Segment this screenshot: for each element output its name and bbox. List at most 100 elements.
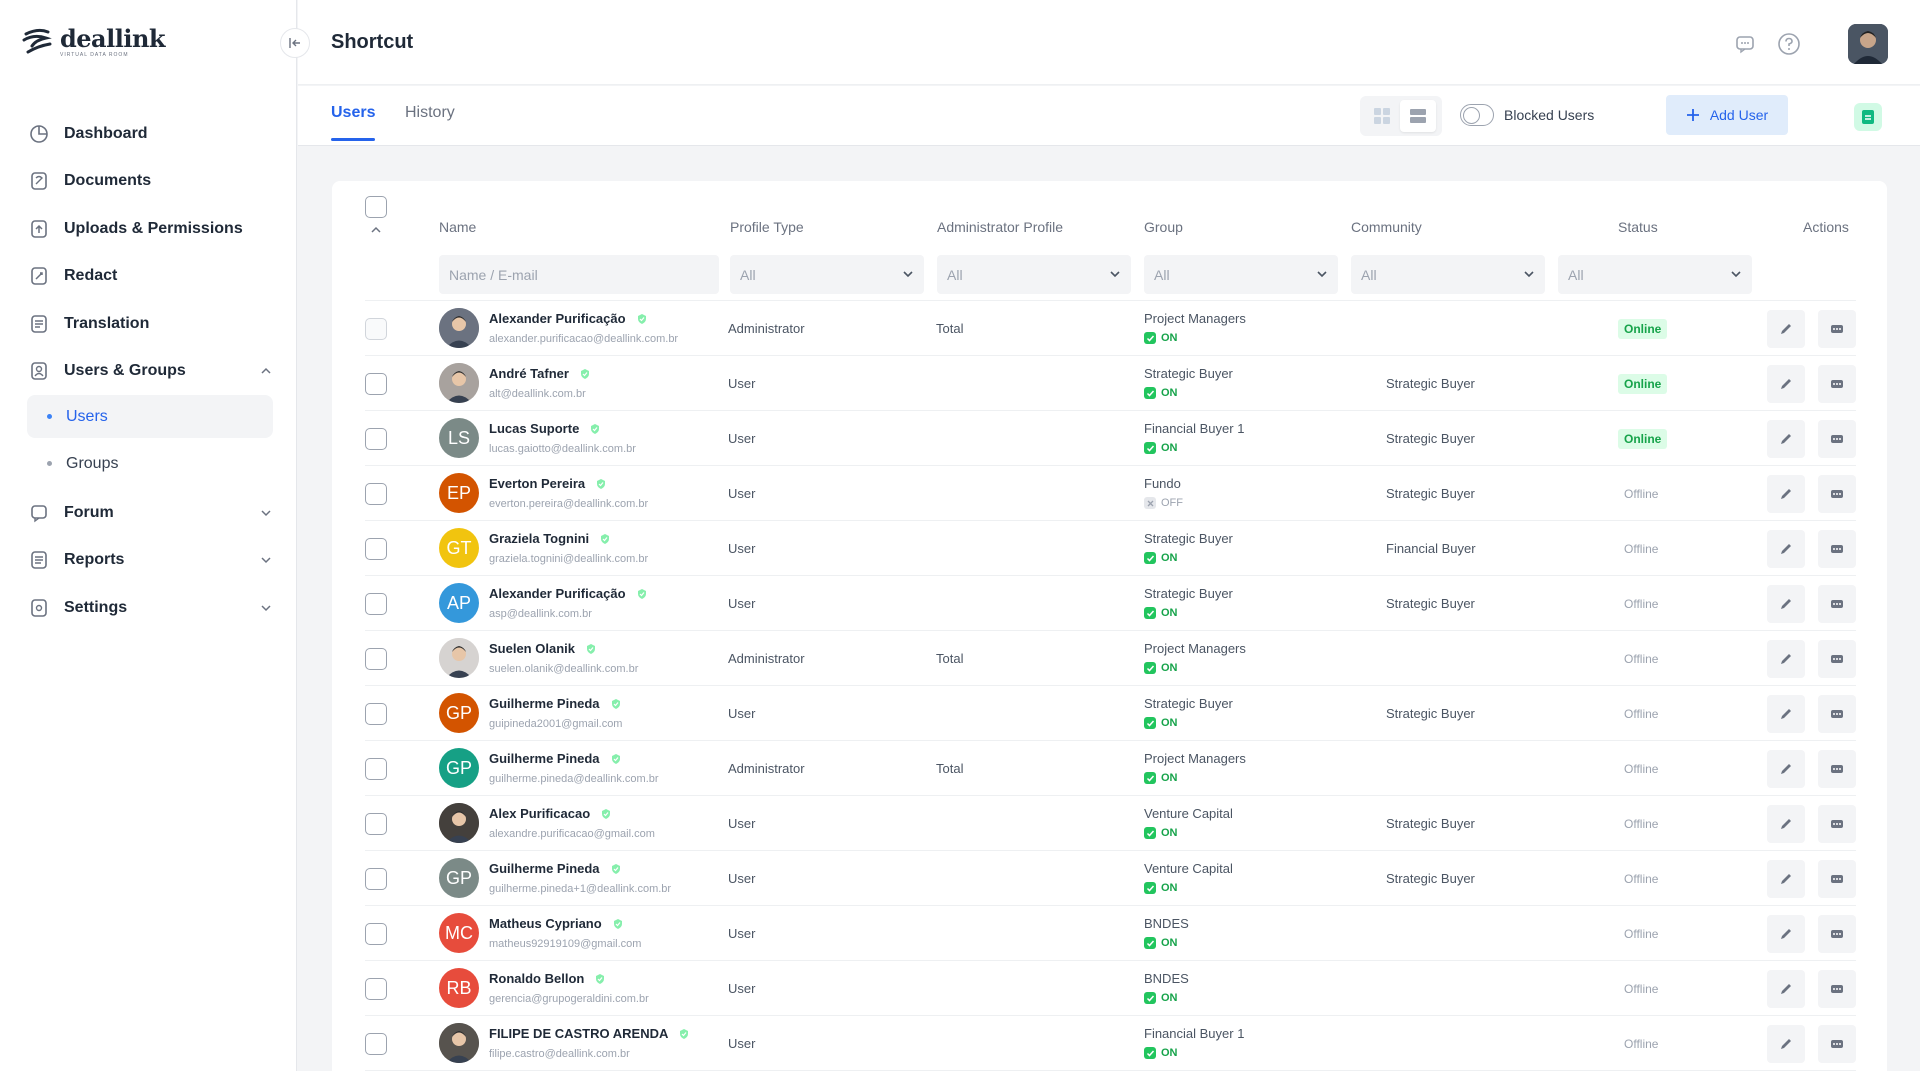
- table-row[interactable]: GP Guilherme Pineda guipineda2001@gmail.…: [365, 686, 1856, 741]
- edit-button[interactable]: [1767, 310, 1805, 348]
- table-row[interactable]: GP Guilherme Pineda guilherme.pineda+1@d…: [365, 851, 1856, 906]
- table-row[interactable]: MC Matheus Cypriano matheus92919109@gmai…: [365, 906, 1856, 961]
- export-button[interactable]: [1854, 103, 1882, 131]
- table-row[interactable]: Alexander Purificação alexander.purifica…: [365, 301, 1856, 356]
- table-row[interactable]: LS Lucas Suporte lucas.gaiotto@deallink.…: [365, 411, 1856, 466]
- more-options-button[interactable]: [1818, 475, 1856, 513]
- column-header-status[interactable]: Status: [1618, 219, 1658, 235]
- admin-profile-filter[interactable]: All: [937, 255, 1131, 294]
- chat-icon[interactable]: [1732, 31, 1758, 57]
- avatar-photo: [439, 1023, 479, 1063]
- list-view-button[interactable]: [1400, 100, 1436, 132]
- row-checkbox[interactable]: [365, 318, 387, 340]
- row-checkbox[interactable]: [365, 978, 387, 1000]
- sidebar-item-settings[interactable]: Settings: [28, 584, 273, 632]
- table-row[interactable]: FILIPE DE CASTRO ARENDA filipe.castro@de…: [365, 1016, 1856, 1071]
- table-row[interactable]: GT Graziela Tognini graziela.tognini@dea…: [365, 521, 1856, 576]
- sidebar-item-dashboard[interactable]: Dashboard: [28, 110, 273, 158]
- sidebar-item-users-groups[interactable]: Users & Groups: [28, 348, 273, 396]
- community: Strategic Buyer: [1386, 376, 1475, 391]
- edit-button[interactable]: [1767, 585, 1805, 623]
- sidebar-item-forum[interactable]: Forum: [28, 489, 273, 537]
- select-all-checkbox[interactable]: [365, 196, 387, 218]
- community-filter[interactable]: All: [1351, 255, 1545, 294]
- more-options-button[interactable]: [1818, 530, 1856, 568]
- row-checkbox[interactable]: [365, 428, 387, 450]
- status-filter[interactable]: All: [1558, 255, 1752, 294]
- more-options-button[interactable]: [1818, 420, 1856, 458]
- collapse-sidebar-button[interactable]: [280, 28, 310, 58]
- edit-button[interactable]: [1767, 1025, 1805, 1063]
- more-options-button[interactable]: [1818, 750, 1856, 788]
- row-checkbox[interactable]: [365, 483, 387, 505]
- more-options-button[interactable]: [1818, 860, 1856, 898]
- table-row[interactable]: AP Alexander Purificação asp@deallink.co…: [365, 576, 1856, 631]
- row-checkbox[interactable]: [365, 648, 387, 670]
- row-checkbox[interactable]: [365, 703, 387, 725]
- help-icon[interactable]: [1776, 31, 1802, 57]
- sidebar-item-uploads[interactable]: Uploads & Permissions: [28, 205, 273, 253]
- group-filter[interactable]: All: [1144, 255, 1338, 294]
- more-options-button[interactable]: [1818, 970, 1856, 1008]
- edit-button[interactable]: [1767, 640, 1805, 678]
- more-options-button[interactable]: [1818, 310, 1856, 348]
- table-row[interactable]: Alex Purificacao alexandre.purificacao@g…: [365, 796, 1856, 851]
- sidebar-item-translation[interactable]: Translation: [28, 300, 273, 348]
- row-checkbox[interactable]: [365, 813, 387, 835]
- sidebar-item-reports[interactable]: Reports: [28, 537, 273, 585]
- row-checkbox[interactable]: [365, 758, 387, 780]
- table-row[interactable]: André Tafner alt@deallink.com.br User St…: [365, 356, 1856, 411]
- profile-type: Administrator: [728, 761, 805, 776]
- more-icon: [1831, 765, 1843, 773]
- column-header-profile-type[interactable]: Profile Type: [730, 219, 804, 235]
- sidebar-item-redact[interactable]: Redact: [28, 253, 273, 301]
- edit-button[interactable]: [1767, 695, 1805, 733]
- row-checkbox[interactable]: [365, 593, 387, 615]
- sidebar-subitem-users[interactable]: Users: [27, 395, 273, 438]
- table-row[interactable]: Suelen Olanik suelen.olanik@deallink.com…: [365, 631, 1856, 686]
- more-options-button[interactable]: [1818, 805, 1856, 843]
- row-checkbox[interactable]: [365, 1033, 387, 1055]
- edit-button[interactable]: [1767, 530, 1805, 568]
- row-checkbox[interactable]: [365, 373, 387, 395]
- sort-up-icon[interactable]: [370, 222, 382, 240]
- tab-users[interactable]: Users: [331, 104, 376, 141]
- logo[interactable]: deallink VIRTUAL DATA ROOM: [22, 26, 166, 58]
- blocked-users-toggle[interactable]: Blocked Users: [1460, 104, 1594, 126]
- name-email-filter[interactable]: Name / E-mail: [439, 255, 719, 294]
- tab-history[interactable]: History: [405, 104, 455, 122]
- add-user-button[interactable]: Add User: [1666, 95, 1788, 135]
- more-options-button[interactable]: [1818, 1025, 1856, 1063]
- sidebar-subitem-groups[interactable]: Groups: [27, 442, 273, 485]
- more-options-button[interactable]: [1818, 640, 1856, 678]
- edit-button[interactable]: [1767, 475, 1805, 513]
- toggle-switch[interactable]: [1460, 104, 1494, 126]
- group-state: ON: [1144, 387, 1178, 399]
- sidebar-item-documents[interactable]: Documents: [28, 158, 273, 206]
- edit-button[interactable]: [1767, 805, 1805, 843]
- more-options-button[interactable]: [1818, 365, 1856, 403]
- profile-type-filter[interactable]: All: [730, 255, 924, 294]
- table-row[interactable]: GP Guilherme Pineda guilherme.pineda@dea…: [365, 741, 1856, 796]
- column-header-community[interactable]: Community: [1351, 219, 1422, 235]
- column-header-admin-profile[interactable]: Administrator Profile: [937, 219, 1063, 235]
- column-header-name[interactable]: Name: [439, 219, 476, 235]
- row-checkbox[interactable]: [365, 923, 387, 945]
- table-row[interactable]: EP Everton Pereira everton.pereira@deall…: [365, 466, 1856, 521]
- edit-button[interactable]: [1767, 750, 1805, 788]
- row-checkbox[interactable]: [365, 868, 387, 890]
- edit-button[interactable]: [1767, 915, 1805, 953]
- more-options-button[interactable]: [1818, 915, 1856, 953]
- edit-button[interactable]: [1767, 365, 1805, 403]
- user-avatar[interactable]: [1848, 24, 1888, 64]
- edit-button[interactable]: [1767, 860, 1805, 898]
- column-header-group[interactable]: Group: [1144, 219, 1183, 235]
- table-row[interactable]: RB Ronaldo Bellon gerencia@grupogeraldin…: [365, 961, 1856, 1016]
- edit-button[interactable]: [1767, 420, 1805, 458]
- more-options-button[interactable]: [1818, 695, 1856, 733]
- more-options-button[interactable]: [1818, 585, 1856, 623]
- shield-icon: [589, 423, 601, 435]
- row-checkbox[interactable]: [365, 538, 387, 560]
- edit-button[interactable]: [1767, 970, 1805, 1008]
- grid-view-button[interactable]: [1364, 100, 1400, 132]
